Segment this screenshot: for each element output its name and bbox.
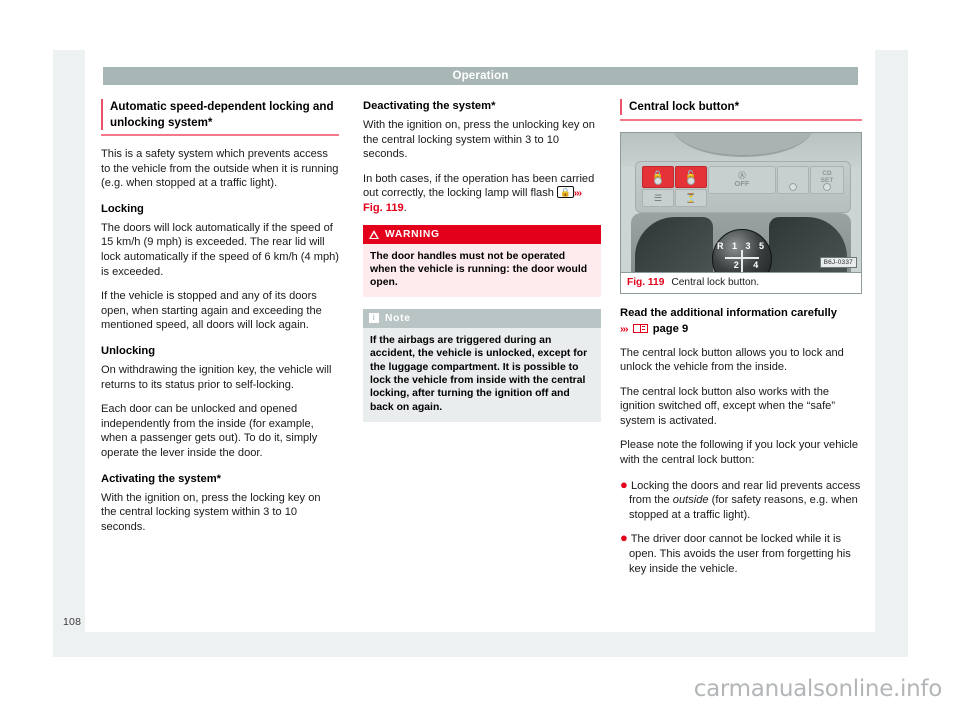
paragraph-right-1: The central lock button allows you to lo…	[620, 346, 844, 374]
note-box-title: Note	[385, 312, 411, 324]
paragraph-intro: This is a safety system which prevents a…	[101, 148, 339, 190]
console-blank-button	[777, 165, 809, 194]
bullet-dot-icon: ●	[620, 476, 628, 492]
lock-button-led	[654, 176, 662, 185]
site-watermark: carmanualsonline.info	[693, 676, 943, 702]
read-more-page-label: page 9	[652, 322, 689, 335]
note-box-body: If the airbags are triggered during an a…	[363, 327, 601, 423]
bullet-dot-icon: ●	[620, 530, 628, 546]
section-title-auto-locking: Automatic speed-dependent locking and un…	[101, 99, 339, 130]
paragraph-activating-1: With the ignition on, press the locking …	[101, 491, 321, 533]
warning-box-title: WARNING	[385, 228, 440, 240]
cd-set-button-icon: CD SET	[810, 165, 844, 194]
rear-window-heater-button-icon: ☰	[642, 188, 674, 207]
read-more-reference[interactable]: ››› page 9	[620, 322, 862, 336]
cd-set-led	[823, 182, 831, 191]
info-icon: i	[369, 313, 379, 324]
note-box: i Note If the airbags are triggered duri…	[363, 308, 601, 423]
lock-lamp-icon: 🔒	[557, 186, 574, 199]
seat-heater-left-button-icon: ⏳	[675, 188, 707, 207]
subheading-activating: Activating the system*	[101, 472, 221, 485]
column-middle: Deactivating the system* With the igniti…	[363, 99, 601, 434]
paragraph-right-2: The central lock button also works with …	[620, 385, 836, 427]
gear-knob: R 1 3 5 2 4 6	[712, 228, 772, 272]
console-switch-panel: 🔒 🔓 Ⓐ OFF CD SET ☰ ⏳	[635, 160, 851, 213]
dashboard-vent-shape	[673, 132, 813, 157]
seat-heater-icon: ⏳	[685, 192, 697, 203]
unlock-button-led	[687, 176, 695, 185]
subheading-locking: Locking	[101, 202, 144, 215]
section-title-rule	[101, 134, 339, 136]
section-title-central-lock-button: Central lock button*	[620, 99, 862, 115]
paragraph-locking-1: The doors will lock automatically if the…	[101, 221, 340, 278]
gear-boot-left	[635, 216, 713, 272]
list-item: ● Locking the doors and rear lid prevent…	[620, 478, 862, 523]
central-lock-button-icon: 🔒	[642, 165, 674, 188]
blank-button-led	[789, 182, 797, 191]
running-header: Operation	[103, 67, 858, 85]
gear-lever-area: R 1 3 5 2 4 6	[631, 212, 851, 272]
paragraph-unlocking-1: On withdrawing the ignition key, the veh…	[101, 363, 332, 391]
warning-triangle-icon	[369, 229, 379, 239]
console-button-row: 🔒 🔓 Ⓐ OFF CD SET ☰ ⏳	[642, 165, 844, 208]
paragraph-deactivating-2: In both cases, if the operation has been…	[363, 172, 601, 216]
paragraph-locking-2: If the vehicle is stopped and any of its…	[101, 290, 322, 332]
central-unlock-button-icon: 🔓	[675, 165, 707, 188]
paragraph-right-3: Please note the following if you lock yo…	[620, 439, 859, 467]
rear-defroster-icon: ☰	[653, 192, 663, 203]
read-more-heading: Read the additional information carefull…	[620, 306, 837, 319]
figure-caption-text: Central lock button.	[671, 276, 760, 288]
figure-image-center-console: 🔒 🔓 Ⓐ OFF CD SET ☰ ⏳ R 1 3 5 2 4 B6J-033…	[620, 131, 862, 273]
gear-pattern-top-labels: R 1 3 5	[716, 240, 768, 251]
cd-set-label: CD SET	[820, 169, 834, 184]
paragraph-unlocking-2: Each door can be unlocked and opened ind…	[101, 403, 318, 459]
section-title-rule-right	[620, 118, 862, 121]
list-item-text-italic: outside	[672, 494, 709, 507]
paragraph-deactivating-1: With the ignition on, press the unlockin…	[363, 119, 595, 161]
auto-start-stop-label: Ⓐ OFF	[734, 170, 750, 188]
paragraph-deactivating-2-period: .	[403, 201, 407, 214]
figure-caption: Fig. 119 Central lock button.	[620, 272, 862, 294]
column-right: Central lock button* 🔒 🔓 Ⓐ OFF CD SET ☰ …	[620, 99, 862, 585]
list-item: ● The driver door cannot be locked while…	[620, 531, 862, 576]
figure-119: 🔒 🔓 Ⓐ OFF CD SET ☰ ⏳ R 1 3 5 2 4 B6J-033…	[620, 131, 862, 294]
cross-reference-arrows-icon: ›››	[573, 187, 582, 200]
warning-box-header: WARNING	[363, 224, 601, 244]
list-item-text-before: The driver door cannot be locked while i…	[629, 533, 851, 575]
column-left: Automatic speed-dependent locking and un…	[101, 99, 339, 544]
warning-box: WARNING The door handles must not be ope…	[363, 224, 601, 297]
booklet-reference-icon	[632, 323, 648, 334]
note-box-header: i Note	[363, 308, 601, 328]
page-number: 108	[63, 616, 82, 628]
read-more-arrows-icon: ›››	[620, 322, 628, 335]
subheading-deactivating: Deactivating the system*	[363, 100, 496, 112]
subheading-unlocking: Unlocking	[101, 344, 156, 357]
figure-cross-reference-link[interactable]: Fig. 119	[363, 202, 404, 214]
auto-start-stop-button-icon: Ⓐ OFF	[708, 165, 776, 194]
figure-caption-label: Fig. 119	[627, 276, 665, 288]
warning-box-body: The door handles must not be operated wh…	[363, 243, 601, 297]
gear-pattern-bottom-labels: 2 4 6	[733, 259, 765, 272]
figure-reference-code: B6J-0337	[819, 256, 857, 268]
